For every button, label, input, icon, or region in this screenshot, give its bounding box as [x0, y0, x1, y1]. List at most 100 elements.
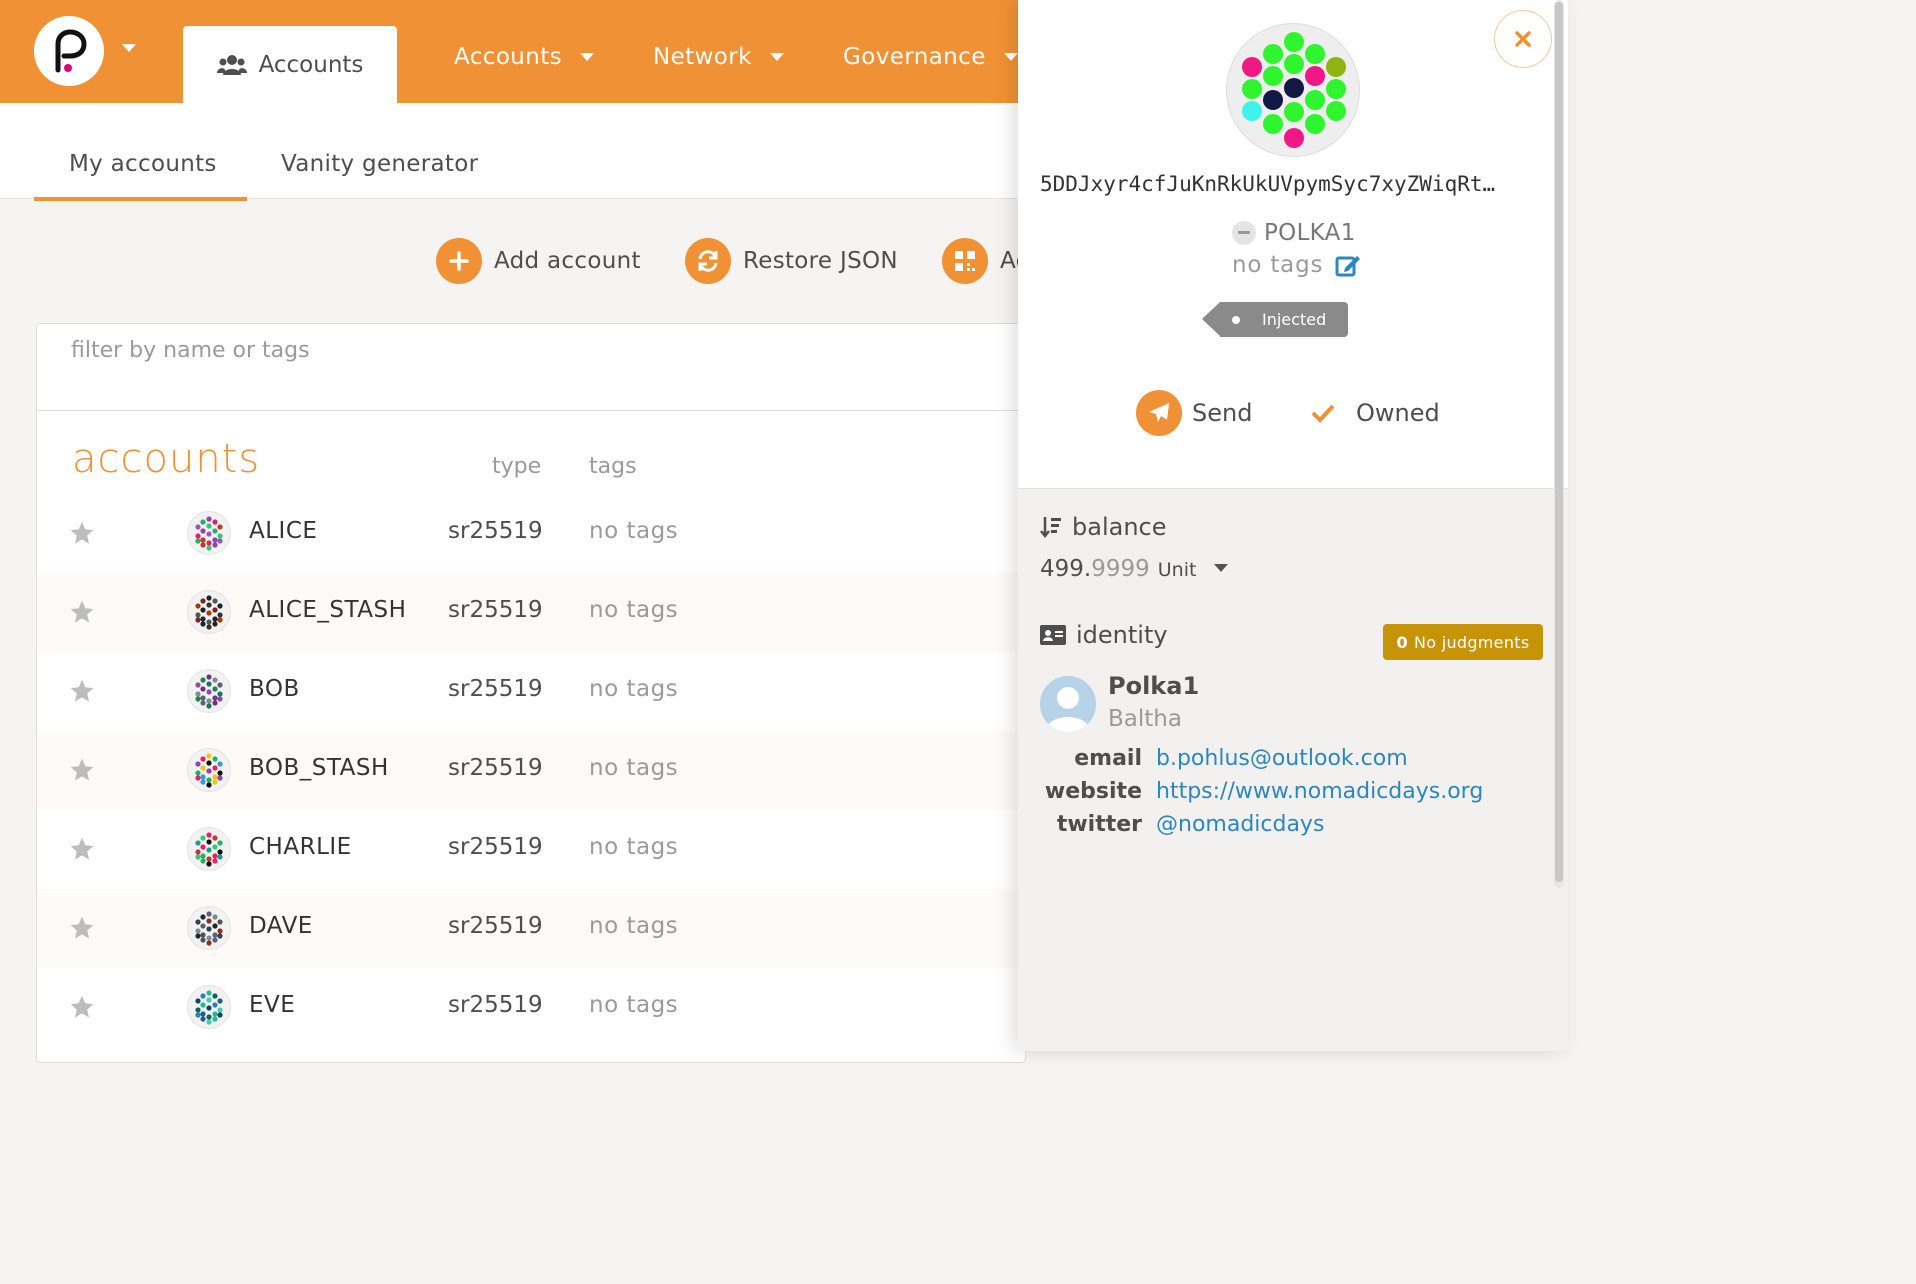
nav-network[interactable]: Network: [653, 44, 784, 70]
identicon-dot: [195, 696, 201, 702]
account-identicon[interactable]: [187, 906, 231, 950]
filter-input[interactable]: [71, 338, 971, 363]
add-via-qr-button[interactable]: Ac: [942, 238, 1029, 284]
account-row[interactable]: CHARLIE sr25519 no tags: [37, 810, 1025, 889]
account-identicon[interactable]: [187, 590, 231, 634]
identicon-dot: [1305, 44, 1325, 64]
identicon-dot: [206, 516, 212, 522]
identicon-dot: [206, 839, 212, 845]
account-name[interactable]: ALICE_STASH: [249, 597, 406, 623]
scrollbar-thumb[interactable]: [1555, 2, 1563, 882]
edit-icon[interactable]: [1335, 253, 1361, 277]
plus-icon: [436, 238, 482, 284]
subtab-my-accounts[interactable]: My accounts: [69, 151, 217, 177]
account-name[interactable]: ALICE: [249, 518, 317, 544]
balance-value[interactable]: 499. 9999 Unit: [1040, 556, 1229, 582]
identicon-dot: [1242, 79, 1262, 99]
twitter-key: twitter: [1056, 812, 1142, 837]
identicon-dot: [217, 696, 223, 702]
nav-network-label: Network: [653, 44, 752, 70]
account-row[interactable]: BOB sr25519 no tags: [37, 652, 1025, 731]
star-icon[interactable]: [69, 520, 95, 550]
account-row[interactable]: EVE sr25519 no tags: [37, 968, 1025, 1047]
account-tags: no tags: [589, 755, 679, 781]
account-row[interactable]: BOB_STASH sr25519 no tags: [37, 731, 1025, 810]
identity-avatar-icon: [1040, 676, 1096, 732]
sort-amount-icon: [1040, 517, 1061, 539]
twitter-link[interactable]: @nomadicdays: [1156, 812, 1324, 837]
identicon-dot: [200, 700, 206, 706]
identicon-dot: [206, 861, 212, 867]
judgments-label: No judgments: [1413, 632, 1530, 652]
tab-accounts[interactable]: Accounts: [183, 26, 397, 103]
close-button[interactable]: [1494, 10, 1552, 68]
subtab-vanity-generator[interactable]: Vanity generator: [281, 151, 478, 177]
account-tags: no tags: [589, 518, 679, 544]
identicon-dot: [206, 856, 212, 862]
identicon-dot: [195, 682, 201, 688]
account-row[interactable]: DAVE sr25519 no tags: [37, 889, 1025, 968]
account-row[interactable]: ALICE sr25519 no tags: [37, 494, 1025, 573]
email-link[interactable]: b.pohlus@outlook.com: [1156, 746, 1408, 771]
polkadot-logo-icon[interactable]: [34, 16, 104, 86]
send-button[interactable]: Send: [1136, 390, 1252, 436]
identicon-dot: [195, 524, 201, 530]
account-identicon[interactable]: [187, 827, 231, 871]
identicon-dot: [212, 765, 218, 771]
account-name[interactable]: POLKA1: [1232, 220, 1356, 246]
account-name[interactable]: BOB: [249, 676, 300, 702]
identicon-dot: [217, 1007, 223, 1013]
account-identicon[interactable]: [1226, 23, 1360, 157]
star-icon[interactable]: [69, 678, 95, 708]
identicon-dot: [200, 756, 206, 762]
identicon-dot: [195, 538, 201, 544]
identicon-dot: [200, 853, 206, 859]
account-row[interactable]: ALICE_STASH sr25519 no tags: [37, 573, 1025, 652]
account-identicon[interactable]: [187, 669, 231, 713]
nav-accounts[interactable]: Accounts: [454, 44, 595, 70]
star-icon[interactable]: [69, 994, 95, 1024]
nav-accounts-label: Accounts: [454, 44, 563, 70]
account-name[interactable]: BOB_STASH: [249, 755, 389, 781]
account-name[interactable]: DAVE: [249, 913, 313, 939]
qrcode-icon: [942, 238, 988, 284]
sub-tab-bar: My accounts Vanity generator: [0, 103, 1018, 201]
identicon-dot: [200, 686, 206, 692]
star-icon[interactable]: [69, 915, 95, 945]
sidebar-scrollbar[interactable]: [1554, 0, 1564, 888]
identicon-dot: [200, 519, 206, 525]
account-name[interactable]: EVE: [249, 992, 295, 1018]
identicon-dot: [200, 844, 206, 850]
account-name[interactable]: CHARLIE: [249, 834, 352, 860]
nav-governance[interactable]: Governance: [843, 44, 1018, 70]
account-type: sr25519: [448, 755, 543, 781]
identicon-dot: [212, 756, 218, 762]
identicon-dot: [217, 854, 223, 860]
account-address[interactable]: 5DDJxyr4cfJuKnRkUkUVpymSyc7xyZWiqRt…: [1040, 172, 1540, 196]
close-icon: [1515, 31, 1531, 47]
identicon-dot: [195, 533, 201, 539]
star-icon[interactable]: [69, 599, 95, 629]
identicon-dot: [1242, 57, 1262, 77]
account-type: sr25519: [448, 518, 543, 544]
star-icon[interactable]: [69, 836, 95, 866]
identicon-dot: [212, 1011, 218, 1017]
identicon-dot: [206, 997, 212, 1003]
add-account-button[interactable]: Add account: [436, 238, 641, 284]
restore-json-button[interactable]: Restore JSON: [685, 238, 898, 284]
star-icon[interactable]: [69, 757, 95, 787]
identicon-dot: [217, 682, 223, 688]
identity-twitter-row: twitter @nomadicdays: [1018, 812, 1325, 837]
identicon-dot: [1284, 32, 1304, 52]
account-identicon[interactable]: [187, 985, 231, 1029]
website-link[interactable]: https://www.nomadicdays.org: [1156, 779, 1483, 804]
identicon-dot: [212, 677, 218, 683]
chevron-down-icon[interactable]: [122, 44, 136, 52]
account-identicon[interactable]: [187, 511, 231, 555]
paper-plane-icon: [1136, 390, 1182, 436]
identicon-dot: [1242, 101, 1262, 121]
identicon-dot: [200, 528, 206, 534]
account-identicon[interactable]: [187, 748, 231, 792]
identicon-dot: [200, 542, 206, 548]
caret-down-icon: [580, 53, 595, 61]
